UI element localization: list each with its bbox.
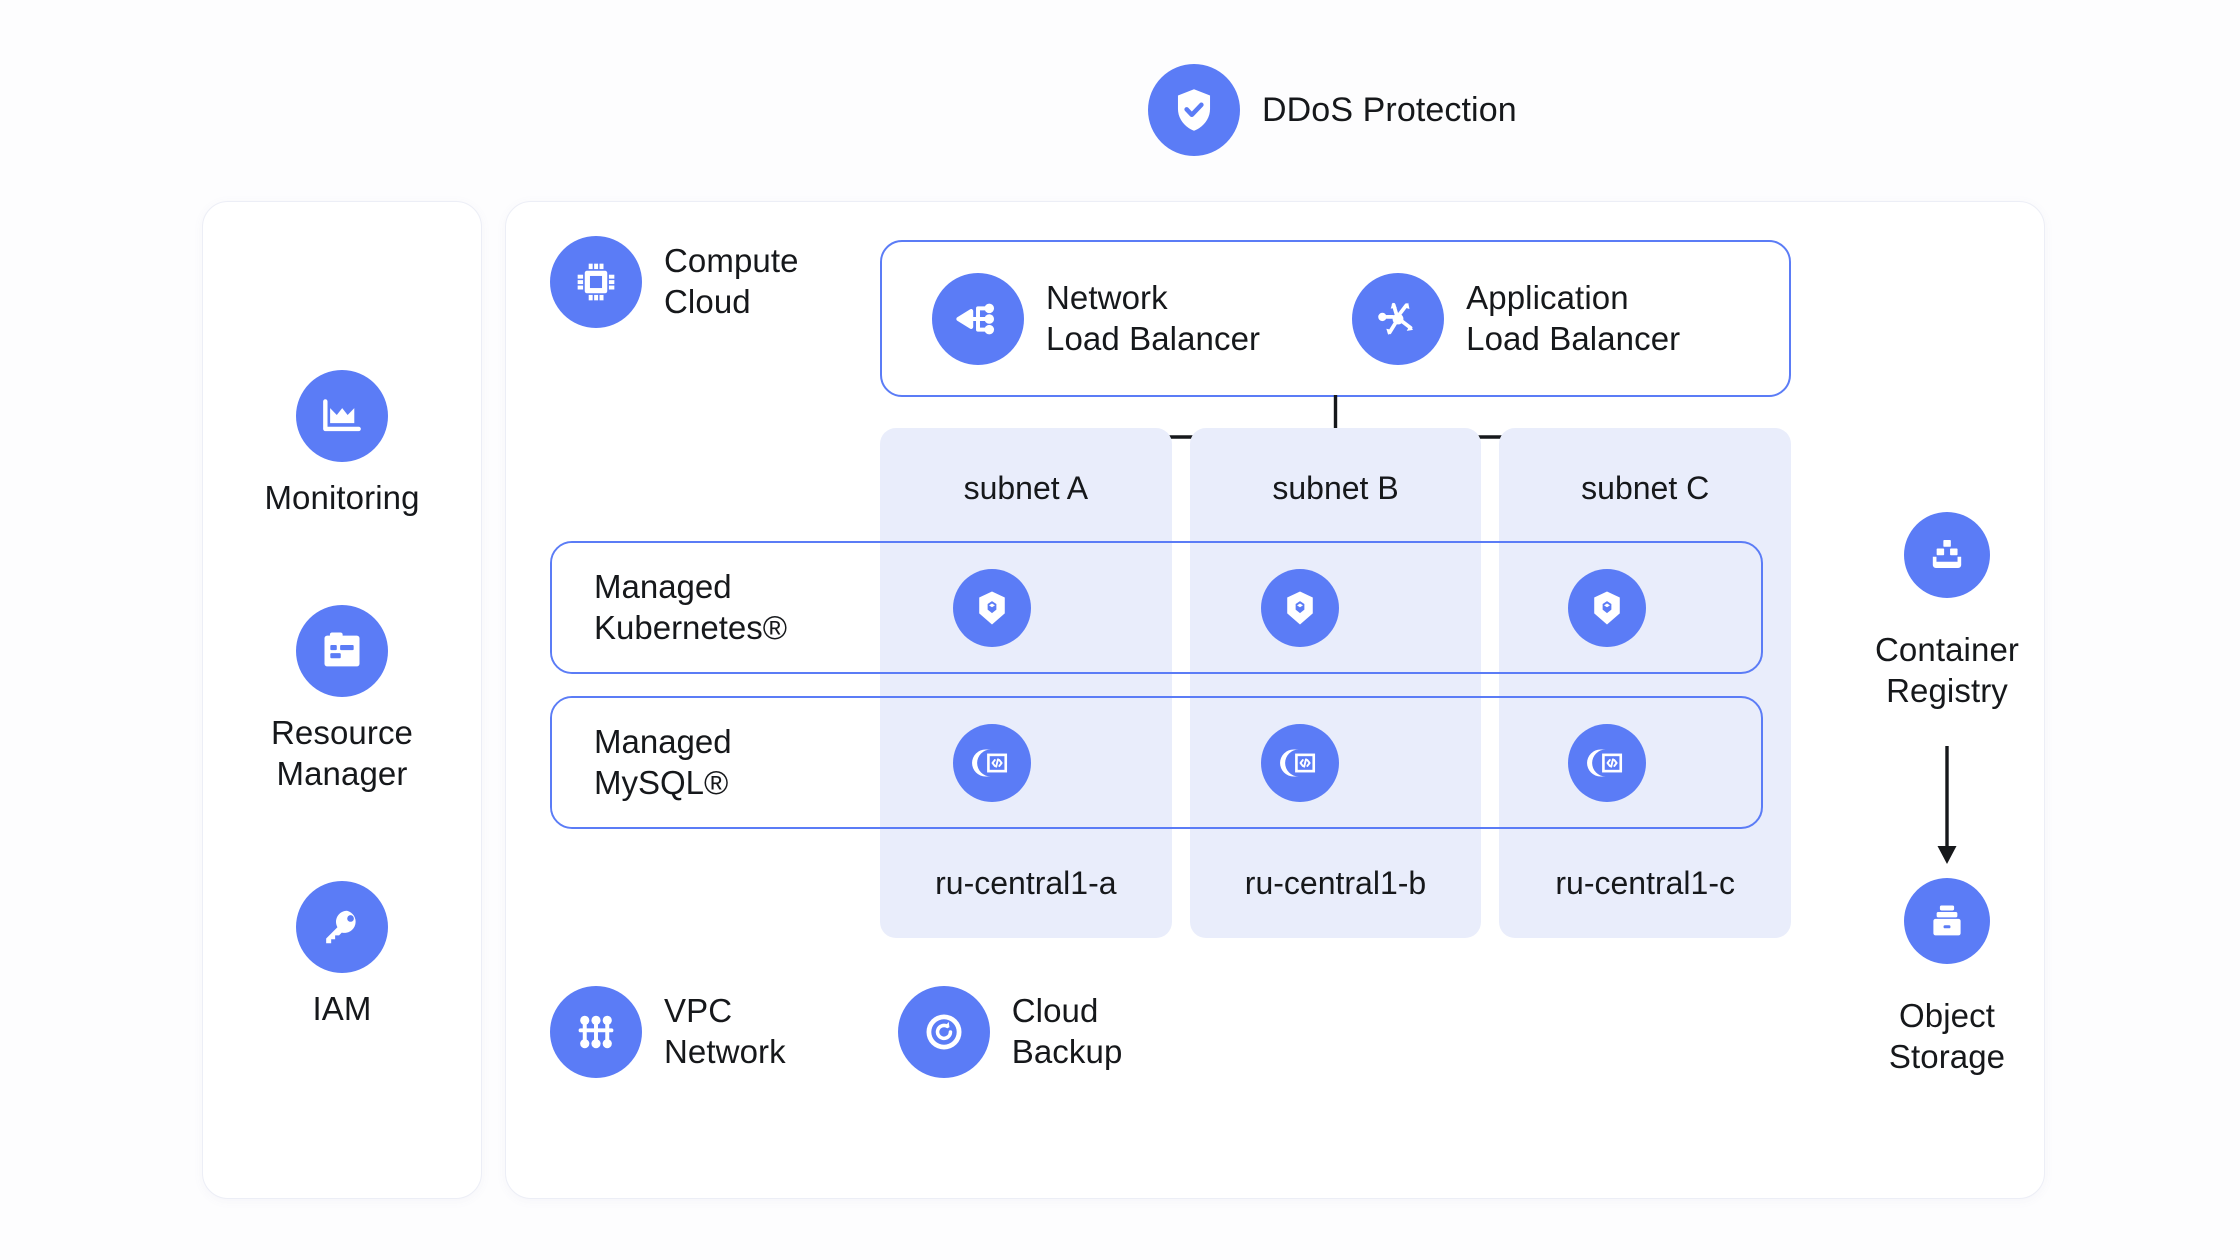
resource-manager-icon: [295, 605, 388, 698]
mysql-node-cell: [838, 723, 1146, 802]
network-load-balancer-item: Network Load Balancer: [932, 272, 1261, 365]
container-registry-icon: [1904, 512, 1990, 598]
availability-zone-label: ru-central1-b: [1244, 865, 1427, 901]
subnet-column: subnet C ru-central1-c: [1499, 428, 1792, 938]
subnet-column: subnet B ru-central1-b: [1189, 428, 1482, 938]
managed-kubernetes-label: Managed Kubernetes®: [552, 543, 838, 672]
load-balancer-group: Network Load Balancer Application Load B…: [880, 240, 1791, 397]
managed-mysql-band: Managed MySQL®: [550, 696, 1763, 829]
subnet-title: subnet B: [1272, 470, 1399, 506]
subnet-column: subnet A ru-central1-a: [880, 428, 1172, 938]
ddos-protection-label: DDoS Protection: [1262, 90, 1517, 129]
object-storage-icon: [1904, 877, 1990, 964]
right-services-column: Container Registry Object Storage: [1822, 512, 2072, 1078]
key-icon: [296, 880, 388, 973]
cloud-backup-item: Cloud Backup: [897, 986, 1123, 1078]
cpu-chip-icon: [550, 236, 642, 328]
kubernetes-icon: [1568, 568, 1647, 647]
shield-check-icon: [1148, 64, 1240, 156]
managed-database-icon: [1568, 723, 1647, 802]
object-storage-item: Object Storage: [1888, 877, 2006, 1078]
subnet-title: subnet A: [963, 470, 1089, 506]
main-panel: Compute Cloud Network Load Balancer Appl…: [505, 201, 2045, 1199]
network-load-balancer-icon: [932, 272, 1024, 365]
mysql-node-cell: [1146, 723, 1454, 802]
application-load-balancer-item: Application Load Balancer: [1352, 272, 1681, 365]
managed-database-icon: [1260, 723, 1339, 802]
vpc-network-icon: [550, 986, 642, 1078]
sidebar-item-label: IAM: [312, 989, 372, 1027]
subnet-title: subnet C: [1581, 470, 1710, 506]
sidebar-item-resource-manager[interactable]: Resource Manager: [271, 605, 413, 795]
kubernetes-node-cell: [1146, 568, 1454, 647]
sidebar-item-iam[interactable]: IAM: [296, 880, 388, 1030]
application-load-balancer-icon: [1352, 272, 1445, 365]
container-registry-label: Container Registry: [1875, 631, 2019, 709]
vpc-network-label: VPC Network: [664, 992, 786, 1070]
compute-cloud-label: Compute Cloud: [664, 242, 799, 320]
kubernetes-icon: [1260, 568, 1339, 647]
vpc-network-item: VPC Network: [550, 986, 786, 1078]
ddos-protection-item: DDoS Protection: [1148, 64, 1517, 156]
managed-mysql-label: Managed MySQL®: [552, 698, 838, 827]
kubernetes-icon: [952, 568, 1031, 647]
managed-database-icon: [952, 723, 1031, 802]
network-load-balancer-label: Network Load Balancer: [1046, 278, 1261, 357]
registry-to-storage-arrow: [1937, 745, 1957, 864]
sidebar-panel: Monitoring Resource Manager IAM: [202, 201, 482, 1199]
object-storage-label: Object Storage: [1888, 996, 2006, 1075]
kubernetes-node-cell: [838, 568, 1146, 647]
subnet-grid: subnet A ru-central1-a subnet B ru-centr…: [880, 428, 1792, 938]
sidebar-item-monitoring[interactable]: Monitoring: [264, 370, 419, 519]
mysql-node-cell: [1453, 723, 1761, 802]
bottom-services: VPC Network Cloud Backup: [550, 986, 1122, 1078]
availability-zone-label: ru-central1-a: [935, 865, 1117, 901]
diagram-canvas: DDoS Protection Monitoring Resource Mana…: [0, 0, 2240, 1260]
application-load-balancer-label: Application Load Balancer: [1466, 278, 1681, 357]
availability-zone-label: ru-central1-c: [1555, 865, 1735, 901]
sidebar-item-label: Monitoring: [264, 479, 420, 517]
kubernetes-node-cell: [1453, 568, 1761, 647]
backup-restore-icon: [897, 986, 990, 1078]
compute-cloud-item: Compute Cloud: [550, 236, 799, 328]
sidebar-item-label: Resource Manager: [270, 714, 414, 792]
monitoring-chart-icon: [295, 370, 388, 463]
managed-kubernetes-band: Managed Kubernetes®: [550, 541, 1763, 674]
cloud-backup-label: Cloud Backup: [1011, 992, 1123, 1070]
container-registry-item: Container Registry: [1875, 512, 2019, 878]
